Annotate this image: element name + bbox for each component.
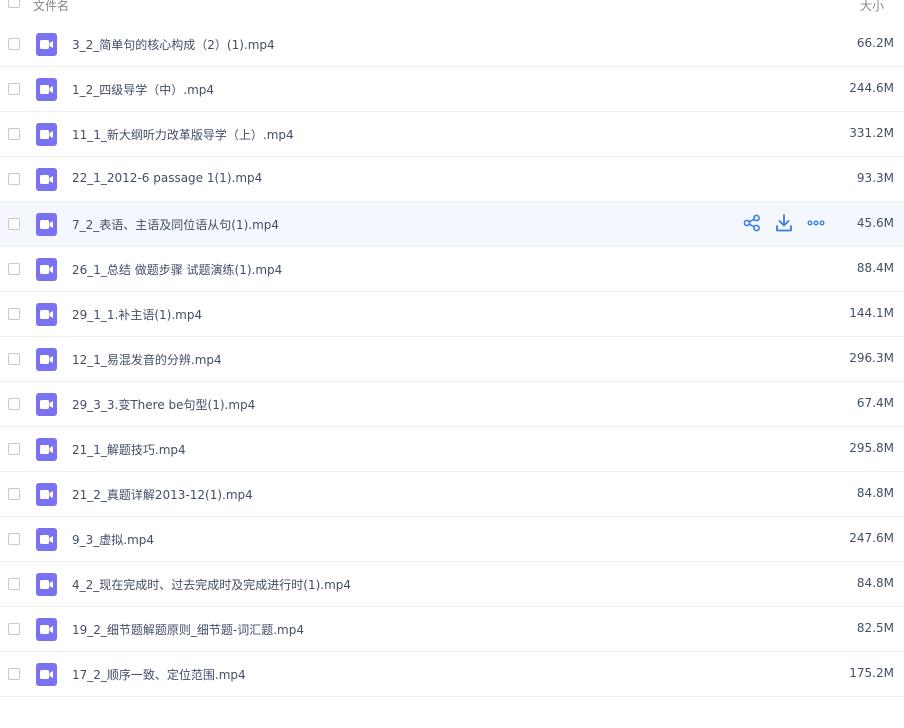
file-size: 45.6M bbox=[856, 216, 894, 230]
file-name[interactable]: 11_1_新大纲听力改革版导学（上）.mp4 bbox=[72, 126, 294, 143]
file-size: 331.2M bbox=[849, 126, 894, 140]
file-size: 144.1M bbox=[849, 306, 894, 320]
file-name[interactable]: 7_2_表语、主语及同位语从句(1).mp4 bbox=[72, 216, 279, 233]
row-checkbox[interactable] bbox=[8, 128, 20, 140]
column-header-size[interactable]: 大小 bbox=[860, 0, 884, 14]
video-file-icon[interactable] bbox=[36, 168, 57, 191]
file-size: 244.6M bbox=[849, 81, 894, 95]
file-name[interactable]: 3_2_简单句的核心构成（2）(1).mp4 bbox=[72, 36, 275, 53]
file-size: 295.8M bbox=[849, 441, 894, 455]
file-name[interactable]: 29_1_1.补主语(1).mp4 bbox=[72, 306, 202, 323]
file-name[interactable]: 21_1_解题技巧.mp4 bbox=[72, 441, 186, 458]
video-file-icon[interactable] bbox=[36, 78, 57, 101]
video-file-icon[interactable] bbox=[36, 663, 57, 686]
file-name[interactable]: 4_2_现在完成时、过去完成时及完成进行时(1).mp4 bbox=[72, 576, 351, 593]
file-row[interactable]: 3_2_简单句的核心构成（2）(1).mp4 66.2M bbox=[0, 22, 904, 67]
row-checkbox[interactable] bbox=[8, 443, 20, 455]
row-checkbox[interactable] bbox=[8, 263, 20, 275]
file-row[interactable]: 29_1_1.补主语(1).mp4 144.1M bbox=[0, 292, 904, 337]
file-size: 66.2M bbox=[856, 36, 894, 50]
video-file-icon[interactable] bbox=[36, 33, 57, 56]
file-row[interactable]: 7_2_表语、主语及同位语从句(1).mp4 45.6M bbox=[0, 202, 904, 247]
file-row[interactable]: 4_2_现在完成时、过去完成时及完成进行时(1).mp4 84.8M bbox=[0, 562, 904, 607]
download-icon[interactable] bbox=[774, 213, 796, 235]
row-checkbox[interactable] bbox=[8, 578, 20, 590]
row-checkbox[interactable] bbox=[8, 398, 20, 410]
row-checkbox[interactable] bbox=[8, 533, 20, 545]
file-name[interactable]: 21_2_真题详解2013-12(1).mp4 bbox=[72, 486, 253, 503]
file-row[interactable]: 19_2_细节题解题原则_细节题-词汇题.mp4 82.5M bbox=[0, 607, 904, 652]
file-size: 84.8M bbox=[856, 576, 894, 590]
more-icon[interactable] bbox=[806, 213, 828, 235]
column-header-name[interactable]: 文件名 bbox=[33, 0, 69, 14]
video-file-icon[interactable] bbox=[36, 393, 57, 416]
video-file-icon[interactable] bbox=[36, 213, 57, 236]
row-checkbox[interactable] bbox=[8, 353, 20, 365]
file-name[interactable]: 19_2_细节题解题原则_细节题-词汇题.mp4 bbox=[72, 621, 304, 638]
file-size: 247.6M bbox=[849, 531, 894, 545]
video-file-icon[interactable] bbox=[36, 348, 57, 371]
file-size: 93.3M bbox=[856, 171, 894, 185]
file-list-header: 文件名 大小 bbox=[0, 0, 904, 23]
file-name[interactable]: 17_2_顺序一致、定位范围.mp4 bbox=[72, 666, 246, 683]
video-file-icon[interactable] bbox=[36, 483, 57, 506]
video-file-icon[interactable] bbox=[36, 528, 57, 551]
row-checkbox[interactable] bbox=[8, 308, 20, 320]
share-icon[interactable] bbox=[742, 213, 764, 235]
file-row[interactable]: 21_1_解题技巧.mp4 295.8M bbox=[0, 427, 904, 472]
file-size: 84.8M bbox=[856, 486, 894, 500]
video-file-icon[interactable] bbox=[36, 438, 57, 461]
file-size: 296.3M bbox=[849, 351, 894, 365]
file-row[interactable]: 9_3_虚拟.mp4 247.6M bbox=[0, 517, 904, 562]
row-checkbox[interactable] bbox=[8, 623, 20, 635]
video-file-icon[interactable] bbox=[36, 258, 57, 281]
file-size: 88.4M bbox=[856, 261, 894, 275]
row-checkbox[interactable] bbox=[8, 173, 20, 185]
file-row[interactable]: 1_2_四级导学（中）.mp4 244.6M bbox=[0, 67, 904, 112]
file-row[interactable]: 17_2_顺序一致、定位范围.mp4 175.2M bbox=[0, 652, 904, 697]
file-size: 82.5M bbox=[856, 621, 894, 635]
row-checkbox[interactable] bbox=[8, 668, 20, 680]
video-file-icon[interactable] bbox=[36, 618, 57, 641]
row-checkbox[interactable] bbox=[8, 83, 20, 95]
file-name[interactable]: 1_2_四级导学（中）.mp4 bbox=[72, 81, 214, 98]
file-name[interactable]: 26_1_总结 做题步骤 试题演练(1).mp4 bbox=[72, 261, 282, 278]
file-size: 67.4M bbox=[856, 396, 894, 410]
file-name[interactable]: 22_1_2012-6 passage 1(1).mp4 bbox=[72, 171, 262, 185]
row-checkbox[interactable] bbox=[8, 218, 20, 230]
file-row[interactable]: 21_2_真题详解2013-12(1).mp4 84.8M bbox=[0, 472, 904, 517]
video-file-icon[interactable] bbox=[36, 303, 57, 326]
file-size: 175.2M bbox=[849, 666, 894, 680]
file-name[interactable]: 12_1_易混发音的分辨.mp4 bbox=[72, 351, 222, 368]
video-file-icon[interactable] bbox=[36, 123, 57, 146]
row-checkbox[interactable] bbox=[8, 488, 20, 500]
select-all-checkbox[interactable] bbox=[8, 0, 20, 8]
file-row[interactable]: 12_1_易混发音的分辨.mp4 296.3M bbox=[0, 337, 904, 382]
file-row[interactable]: 29_3_3.变There be句型(1).mp4 67.4M bbox=[0, 382, 904, 427]
file-row[interactable]: 11_1_新大纲听力改革版导学（上）.mp4 331.2M bbox=[0, 112, 904, 157]
file-name[interactable]: 29_3_3.变There be句型(1).mp4 bbox=[72, 396, 255, 413]
file-list: 3_2_简单句的核心构成（2）(1).mp4 66.2M 1_2_四级导学（中）.m… bbox=[0, 22, 904, 697]
file-row[interactable]: 26_1_总结 做题步骤 试题演练(1).mp4 88.4M bbox=[0, 247, 904, 292]
file-name[interactable]: 9_3_虚拟.mp4 bbox=[72, 531, 154, 548]
file-row[interactable]: 22_1_2012-6 passage 1(1).mp4 93.3M bbox=[0, 157, 904, 202]
video-file-icon[interactable] bbox=[36, 573, 57, 596]
row-checkbox[interactable] bbox=[8, 38, 20, 50]
